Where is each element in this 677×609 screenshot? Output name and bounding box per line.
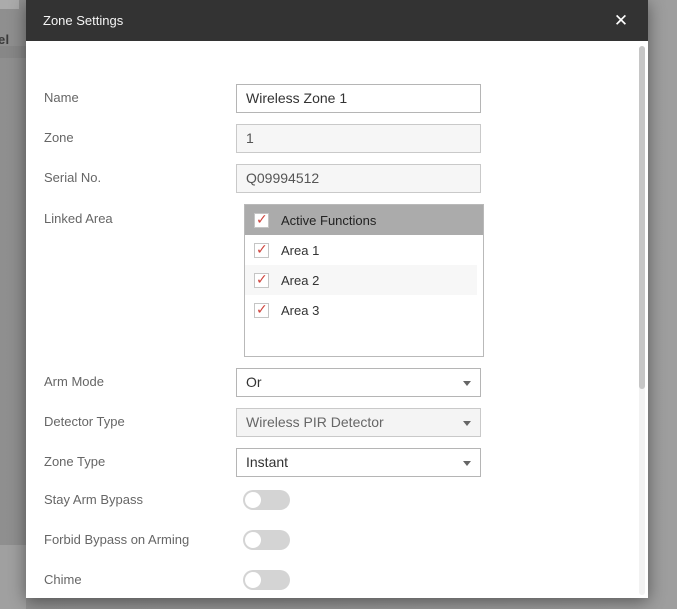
list-item-area-3[interactable]: ✓ Area 3 bbox=[245, 295, 477, 325]
detector-type-select: Wireless PIR Detector bbox=[236, 408, 481, 437]
chevron-down-icon bbox=[463, 421, 471, 426]
forbid-bypass-on-arming-label: Forbid Bypass on Arming bbox=[44, 531, 189, 549]
active-functions-checkbox[interactable]: ✓ bbox=[254, 213, 269, 228]
chime-toggle[interactable] bbox=[243, 570, 290, 590]
name-label: Name bbox=[44, 89, 79, 107]
background-clipped-label: el bbox=[0, 32, 9, 47]
toggle-knob bbox=[245, 532, 261, 548]
active-functions-label: Active Functions bbox=[281, 213, 376, 228]
stay-arm-bypass-toggle[interactable] bbox=[243, 490, 290, 510]
zone-settings-dialog: Zone Settings ✕ Name Wireless Zone 1 Zon… bbox=[26, 0, 648, 598]
area-1-label: Area 1 bbox=[281, 243, 319, 258]
linked-area-list-header[interactable]: ✓ Active Functions bbox=[245, 205, 483, 235]
checkmark-icon: ✓ bbox=[256, 210, 268, 228]
serial-no-label: Serial No. bbox=[44, 169, 101, 187]
zone-input: 1 bbox=[236, 124, 481, 153]
dialog-header: Zone Settings ✕ bbox=[26, 0, 648, 41]
list-item-area-2[interactable]: ✓ Area 2 bbox=[245, 265, 477, 295]
chevron-down-icon bbox=[463, 461, 471, 466]
linked-area-list: ✓ Active Functions ✓ Area 1 ✓ Area 2 ✓ A… bbox=[244, 204, 484, 357]
serial-no-input: Q09994512 bbox=[236, 164, 481, 193]
toggle-knob bbox=[245, 572, 261, 588]
name-input[interactable]: Wireless Zone 1 bbox=[236, 84, 481, 113]
arm-mode-value: Or bbox=[246, 374, 262, 390]
dialog-body: Name Wireless Zone 1 Zone 1 Serial No. Q… bbox=[26, 41, 648, 598]
detector-type-value: Wireless PIR Detector bbox=[246, 414, 384, 430]
checkmark-icon: ✓ bbox=[256, 300, 268, 318]
chime-label: Chime bbox=[44, 571, 82, 589]
checkmark-icon: ✓ bbox=[256, 270, 268, 288]
background-row-fragment bbox=[0, 46, 26, 58]
detector-type-label: Detector Type bbox=[44, 413, 125, 431]
list-item-area-1[interactable]: ✓ Area 1 bbox=[245, 235, 477, 265]
arm-mode-select[interactable]: Or bbox=[236, 368, 481, 397]
scrollbar-thumb[interactable] bbox=[639, 46, 645, 389]
zone-type-value: Instant bbox=[246, 454, 288, 470]
stay-arm-bypass-label: Stay Arm Bypass bbox=[44, 491, 143, 509]
zone-label: Zone bbox=[44, 129, 74, 147]
toggle-knob bbox=[245, 492, 261, 508]
arm-mode-label: Arm Mode bbox=[44, 373, 104, 391]
zone-type-label: Zone Type bbox=[44, 453, 105, 471]
area-3-checkbox[interactable]: ✓ bbox=[254, 303, 269, 318]
dialog-title: Zone Settings bbox=[26, 13, 123, 28]
linked-area-label: Linked Area bbox=[44, 210, 113, 228]
background-toolbar-fragment bbox=[0, 0, 19, 9]
area-1-checkbox[interactable]: ✓ bbox=[254, 243, 269, 258]
zone-type-select[interactable]: Instant bbox=[236, 448, 481, 477]
area-2-checkbox[interactable]: ✓ bbox=[254, 273, 269, 288]
chevron-down-icon bbox=[463, 381, 471, 386]
area-2-label: Area 2 bbox=[281, 273, 319, 288]
area-3-label: Area 3 bbox=[281, 303, 319, 318]
close-icon[interactable]: ✕ bbox=[609, 9, 633, 33]
background-row-fragment-2 bbox=[0, 545, 26, 609]
checkmark-icon: ✓ bbox=[256, 240, 268, 258]
forbid-bypass-on-arming-toggle[interactable] bbox=[243, 530, 290, 550]
